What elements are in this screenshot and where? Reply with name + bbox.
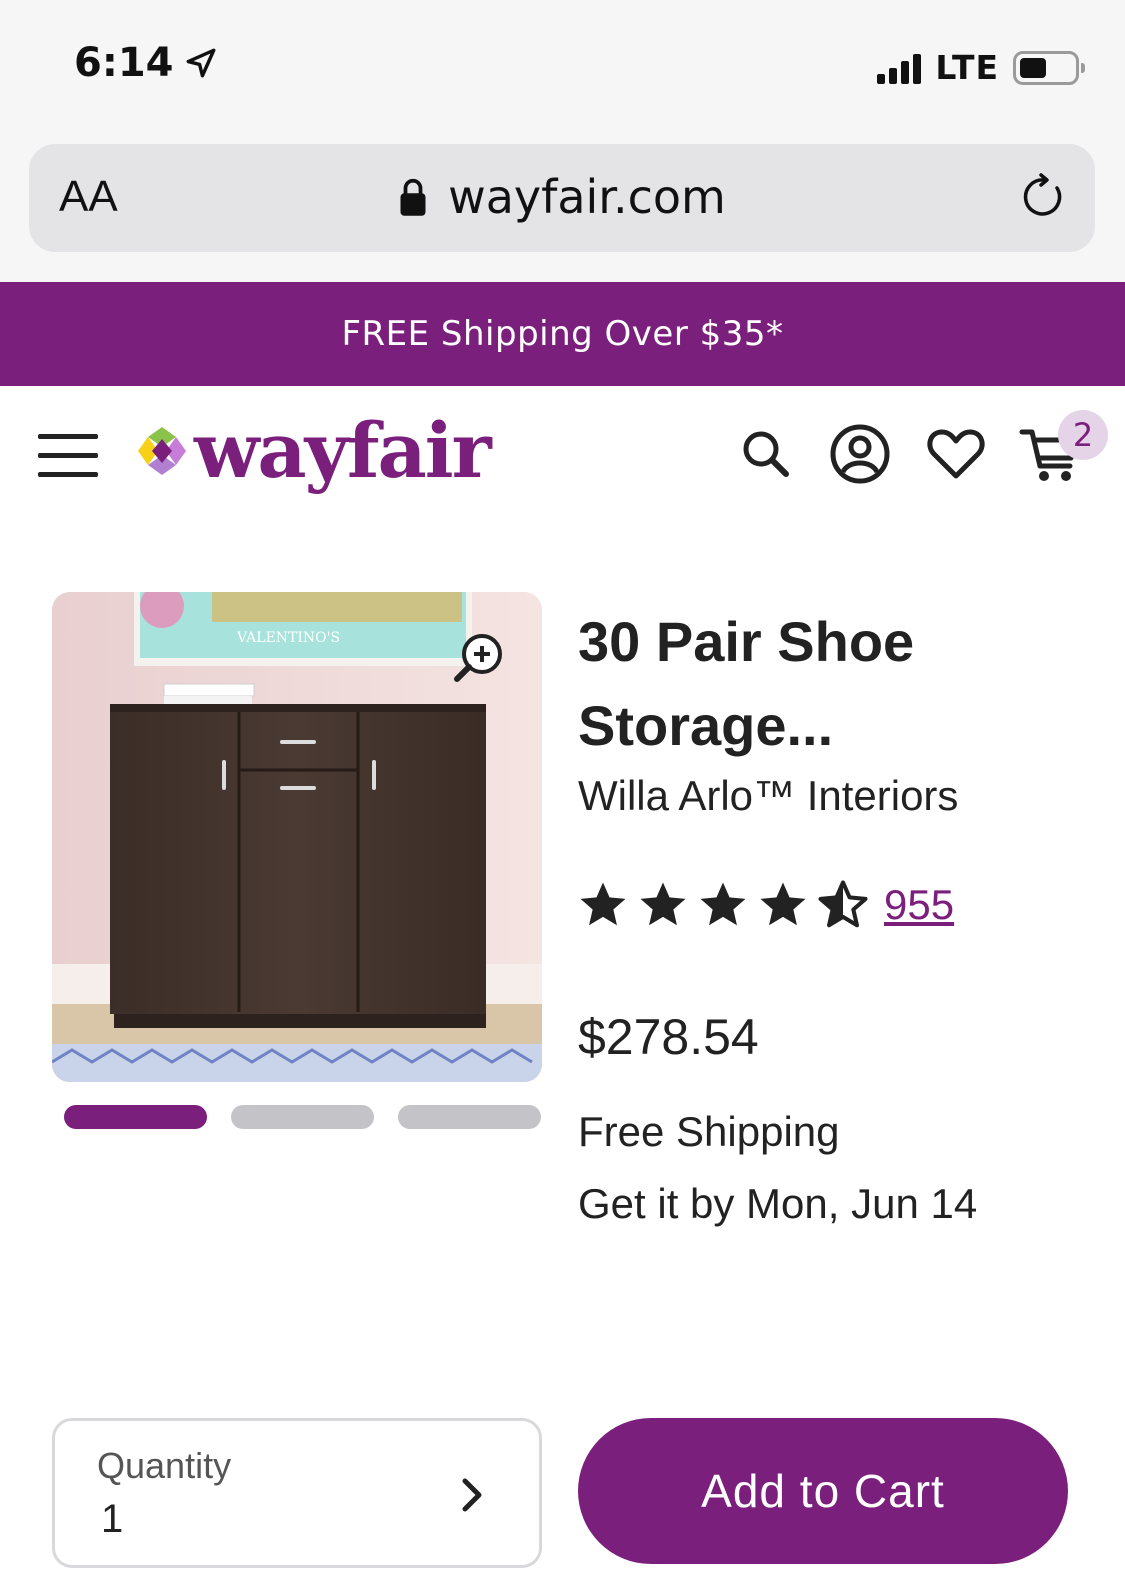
- quantity-selector[interactable]: Quantity 1: [52, 1418, 542, 1568]
- cart-count-badge[interactable]: 2: [1058, 410, 1108, 460]
- review-count-link[interactable]: 955: [884, 881, 954, 929]
- lock-icon: [400, 178, 426, 216]
- quantity-label: Quantity: [97, 1445, 232, 1486]
- shipping-info: Free Shipping: [578, 1108, 840, 1155]
- heart-icon[interactable]: [924, 422, 988, 486]
- site-header: wayfair 2: [0, 386, 1125, 536]
- menu-icon[interactable]: [38, 434, 98, 478]
- account-icon[interactable]: [828, 422, 892, 486]
- address-bar[interactable]: AA wayfair.com: [29, 144, 1095, 252]
- status-time: 6:14: [74, 40, 218, 86]
- product-title-line-1: 30 Pair Shoe: [578, 610, 915, 673]
- carousel-dot-3[interactable]: [398, 1105, 541, 1129]
- promo-banner[interactable]: FREE Shipping Over $35*: [0, 282, 1125, 386]
- star-half-icon: [818, 880, 868, 928]
- product-brand[interactable]: Willa Arlo™ Interiors: [578, 772, 958, 820]
- cellular-signal-icon: [877, 52, 922, 84]
- image-carousel-indicators: [64, 1105, 541, 1129]
- quantity-value: 1: [101, 1497, 124, 1541]
- location-arrow-icon: [186, 48, 215, 78]
- search-icon[interactable]: [734, 422, 798, 486]
- product-price: $278.54: [578, 1009, 759, 1065]
- logo-wordmark: wayfair: [194, 406, 492, 495]
- network-type: LTE: [935, 48, 999, 87]
- carousel-dot-2[interactable]: [231, 1105, 374, 1129]
- promo-text: FREE Shipping Over $35*: [341, 314, 784, 354]
- reload-icon[interactable]: [1019, 172, 1069, 222]
- url-text: wayfair.com: [448, 170, 726, 224]
- add-to-cart-button[interactable]: Add to Cart: [578, 1418, 1068, 1564]
- star-full-icon: [640, 882, 686, 926]
- status-bar: 6:14 LTE: [0, 0, 1125, 140]
- poster-text: VALENTINO'S: [236, 630, 340, 646]
- zoom-icon[interactable]: [452, 630, 506, 684]
- product-title-line-2: Storage...: [578, 694, 834, 757]
- star-full-icon: [580, 882, 626, 926]
- product-rating[interactable]: 955: [576, 878, 954, 932]
- product-title[interactable]: 30 Pair Shoe Storage...: [578, 600, 1098, 768]
- browser-chrome: AA wayfair.com: [0, 140, 1125, 282]
- status-indicators: LTE: [877, 48, 1085, 87]
- url-display[interactable]: wayfair.com: [29, 170, 1095, 224]
- carousel-dot-1[interactable]: [64, 1105, 207, 1129]
- wayfair-logo[interactable]: wayfair: [136, 406, 492, 495]
- chevron-right-icon: [462, 1478, 482, 1512]
- delivery-estimate: Get it by Mon, Jun 14: [578, 1180, 978, 1227]
- logo-mark-icon: [138, 426, 186, 475]
- star-full-icon: [760, 882, 806, 926]
- star-full-icon: [700, 882, 746, 926]
- time-text: 6:14: [74, 40, 174, 86]
- battery-icon: [1013, 50, 1085, 85]
